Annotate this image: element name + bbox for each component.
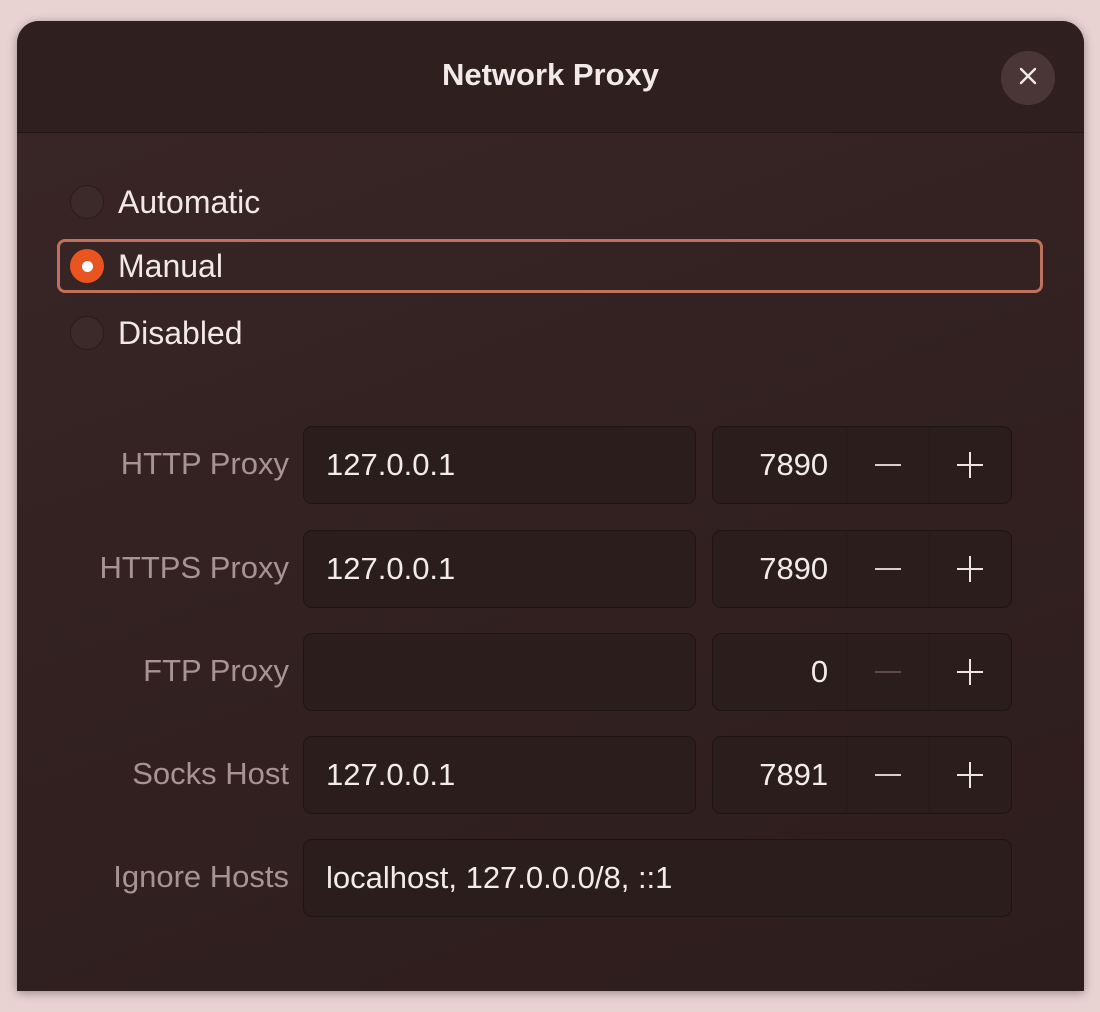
ignore-hosts-input[interactable]: localhost, 127.0.0.0/8, ::1	[303, 839, 1012, 917]
http-proxy-host-input[interactable]: 127.0.0.1	[303, 426, 696, 504]
https-proxy-port-value[interactable]: 7890	[713, 531, 846, 607]
radio-button[interactable]	[70, 185, 104, 219]
http-proxy-port-value[interactable]: 7890	[713, 427, 846, 503]
mode-disabled-option[interactable]: Disabled	[57, 306, 1043, 360]
socks-port-decrease-button[interactable]	[846, 737, 928, 813]
plus-icon	[957, 556, 984, 582]
socks-port-value[interactable]: 7891	[713, 737, 846, 813]
minus-icon	[874, 774, 901, 776]
https-port-increase-button[interactable]	[928, 531, 1011, 607]
https-proxy-host-input[interactable]: 127.0.0.1	[303, 530, 696, 608]
https-proxy-label: HTTPS Proxy	[99, 550, 289, 585]
titlebar: Network Proxy	[17, 21, 1084, 133]
plus-icon	[957, 762, 984, 788]
mode-manual-option[interactable]: Manual	[57, 239, 1043, 293]
plus-icon	[957, 452, 984, 478]
dialog-title: Network Proxy	[441, 57, 660, 92]
mode-automatic-option[interactable]: Automatic	[57, 175, 1043, 229]
minus-icon	[874, 671, 901, 673]
plus-icon	[957, 659, 984, 685]
ftp-proxy-host-input[interactable]	[303, 633, 696, 711]
mode-label: Disabled	[118, 314, 243, 351]
http-proxy-port-spinner: 7890	[712, 426, 1012, 504]
radio-button[interactable]	[70, 316, 104, 350]
socks-host-input[interactable]: 127.0.0.1	[303, 736, 696, 814]
http-port-decrease-button[interactable]	[846, 427, 928, 503]
ftp-proxy-port-value[interactable]: 0	[713, 634, 846, 710]
minus-icon	[874, 464, 901, 466]
network-proxy-dialog: Network Proxy Automatic Manual Disabled …	[17, 21, 1084, 991]
socks-port-spinner: 7891	[712, 736, 1012, 814]
close-button[interactable]	[1001, 51, 1055, 105]
radio-button-checked[interactable]	[70, 249, 104, 283]
https-proxy-port-spinner: 7890	[712, 530, 1012, 608]
radio-dot-icon	[81, 260, 93, 272]
ftp-proxy-label: FTP Proxy	[143, 653, 289, 688]
minus-icon	[874, 568, 901, 570]
http-port-increase-button[interactable]	[928, 427, 1011, 503]
mode-label: Automatic	[118, 183, 261, 220]
close-icon	[1018, 66, 1038, 91]
socks-port-increase-button[interactable]	[928, 737, 1011, 813]
mode-label: Manual	[118, 247, 223, 284]
https-port-decrease-button[interactable]	[846, 531, 928, 607]
socks-host-label: Socks Host	[132, 756, 289, 791]
ftp-port-increase-button[interactable]	[928, 634, 1011, 710]
ftp-proxy-port-spinner: 0	[712, 633, 1012, 711]
ftp-port-decrease-button[interactable]	[846, 634, 928, 710]
ignore-hosts-label: Ignore Hosts	[113, 859, 289, 894]
http-proxy-label: HTTP Proxy	[120, 446, 289, 481]
